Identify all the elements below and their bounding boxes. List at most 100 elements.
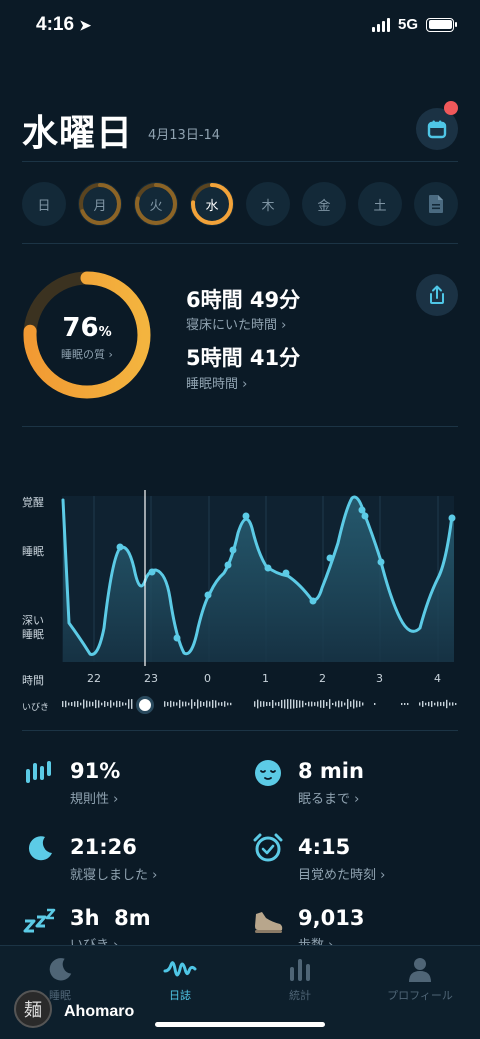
- divider: [22, 161, 458, 162]
- snore-tick: [350, 701, 352, 707]
- snoring-label[interactable]: いびき ›: [70, 934, 118, 945]
- x-axis-title: 時間: [22, 674, 44, 687]
- snore-tick: [89, 701, 91, 707]
- snore-tick: [119, 701, 121, 707]
- snore-tick: [311, 701, 313, 707]
- tab-statistics[interactable]: 統計: [240, 955, 360, 1003]
- snore-tick: [203, 702, 205, 706]
- wake-time-label[interactable]: 目覚めた時刻 ›: [298, 864, 385, 883]
- battery-icon: [426, 17, 457, 32]
- tab-profile[interactable]: プロフィール: [360, 955, 480, 1003]
- snore-tick: [221, 702, 223, 706]
- snore-tick: [215, 700, 217, 708]
- share-button[interactable]: [416, 274, 458, 316]
- snore-tick: [74, 701, 76, 707]
- sleep-time-label[interactable]: 睡眠時間 ›: [186, 373, 247, 392]
- snoring-value: 3h 8m: [70, 906, 151, 930]
- snore-tick: [308, 701, 310, 707]
- snore-tick: [374, 703, 376, 705]
- bedtime-label[interactable]: 就寝しました ›: [70, 864, 157, 883]
- x-tick: 23: [144, 672, 158, 685]
- snore-tick: [71, 702, 73, 706]
- day-friday[interactable]: 金: [302, 182, 346, 226]
- moon-icon: [49, 958, 72, 981]
- snore-tick: [164, 701, 166, 707]
- regularity-label[interactable]: 規則性 ›: [70, 788, 118, 807]
- time-to-sleep-label[interactable]: 眠るまで ›: [298, 788, 359, 807]
- snore-tick: [329, 699, 331, 709]
- divider: [22, 243, 458, 244]
- snore-tick: [356, 700, 358, 708]
- snore-tick: [107, 702, 109, 706]
- snore-tick: [344, 702, 346, 706]
- snore-tick: [440, 702, 442, 706]
- snore-tick: [92, 701, 94, 707]
- snore-tick: [230, 702, 232, 706]
- snore-tick: [173, 701, 175, 707]
- x-tick: 22: [87, 672, 101, 685]
- day-wednesday[interactable]: 水: [190, 182, 234, 226]
- shoe-icon: [250, 904, 286, 940]
- snore-tick: [449, 702, 451, 706]
- snore-tick: [431, 701, 433, 707]
- calendar-icon: [427, 120, 447, 139]
- snore-tick: [407, 703, 409, 705]
- time-in-bed-label[interactable]: 寝床にいた時間 ›: [186, 314, 286, 333]
- snore-label: いびき: [22, 703, 50, 713]
- day-monday[interactable]: 月: [78, 182, 122, 226]
- time-in-bed-value: 6時間 49分: [186, 288, 301, 312]
- snore-tick: [281, 699, 283, 709]
- regularity-value: 91%: [70, 759, 121, 783]
- username-watermark: Ahomaro: [64, 1003, 135, 1020]
- snore-tick: [434, 702, 436, 706]
- snore-tick: [359, 701, 361, 707]
- sleep-cycle-graph[interactable]: [0, 488, 480, 668]
- snore-tick: [227, 702, 229, 706]
- snore-tick: [80, 702, 82, 706]
- snore-tick: [95, 699, 97, 709]
- home-indicator[interactable]: [155, 1022, 325, 1027]
- snore-tick: [224, 701, 226, 707]
- snore-tick: [287, 699, 289, 709]
- bars-icon: [22, 755, 58, 791]
- snore-tick: [65, 700, 67, 708]
- snore-tick: [275, 702, 277, 706]
- snore-tick: [296, 700, 298, 708]
- snore-tick: [191, 699, 193, 709]
- day-saturday[interactable]: 土: [358, 182, 402, 226]
- moon-icon: [22, 830, 58, 866]
- snore-tick: [116, 700, 118, 708]
- snore-tick: [338, 700, 340, 708]
- snore-tick: [206, 700, 208, 708]
- bar-chart-icon: [290, 959, 310, 981]
- tab-journal[interactable]: 日誌: [120, 955, 240, 1003]
- timeline-scrubber-handle[interactable]: [136, 696, 154, 714]
- network-type: 5G: [397, 16, 418, 33]
- x-tick: 3: [376, 672, 383, 685]
- day-sunday[interactable]: 日: [22, 182, 66, 226]
- snore-tick: [335, 701, 337, 707]
- snore-tick: [62, 701, 64, 707]
- notes-button[interactable]: [414, 182, 458, 226]
- snore-tick: [314, 702, 316, 706]
- sleep-time-value: 5時間 41分: [186, 346, 301, 370]
- day-thursday[interactable]: 木: [246, 182, 290, 226]
- snore-tick: [128, 699, 130, 709]
- steps-label[interactable]: 歩数 ›: [298, 934, 333, 945]
- snore-tick: [320, 700, 322, 708]
- snore-tick: [254, 701, 256, 707]
- location-arrow-icon: ➤: [79, 17, 92, 33]
- sleep-quality-label[interactable]: 睡眠の質 ›: [22, 346, 152, 362]
- snore-tick: [125, 702, 127, 706]
- snore-tick: [104, 701, 106, 707]
- snore-tick: [110, 700, 112, 708]
- day-tuesday[interactable]: 火: [134, 182, 178, 226]
- sleepy-face-icon: [250, 755, 286, 791]
- signal-icon: [371, 17, 390, 32]
- snore-tick: [284, 699, 286, 709]
- snore-timeline[interactable]: [62, 698, 457, 710]
- snore-tick: [353, 699, 355, 709]
- snore-tick: [170, 700, 172, 708]
- snore-tick: [347, 699, 349, 709]
- snore-tick: [401, 703, 403, 705]
